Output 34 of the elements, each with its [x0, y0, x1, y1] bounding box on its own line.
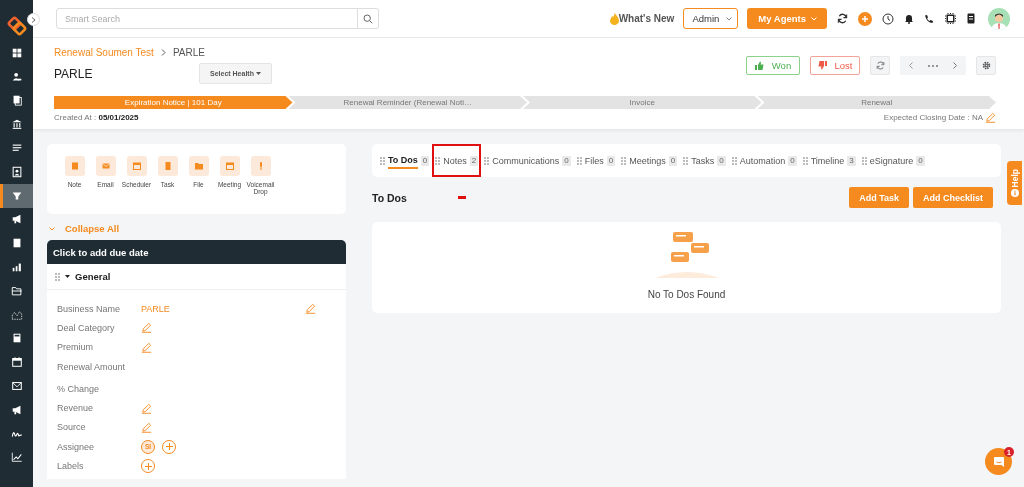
role-dropdown[interactable]: Admin [683, 8, 739, 29]
tab[interactable]: Meetings 0 [618, 144, 681, 177]
field-label: Assignee [57, 441, 96, 452]
expected-closing-date: Expected Closing Date : NA [883, 113, 983, 122]
due-date-bar[interactable]: Click to add due date [47, 240, 346, 264]
field-label: Renewal Amount [57, 361, 127, 372]
whats-new-link[interactable]: What's New [618, 13, 675, 24]
section-header[interactable]: General [47, 264, 346, 290]
tab[interactable]: Communications 0 [481, 144, 574, 177]
tab[interactable]: eSignature 0 [858, 144, 928, 177]
field-label: Business Name [57, 303, 122, 314]
pipeline-stage[interactable]: Renewal [757, 96, 996, 109]
pipeline-stage[interactable]: Renewal Reminder (Renewal Noti… [288, 96, 527, 109]
tab[interactable]: Tasks 0 [680, 144, 729, 177]
created-date: Created At : 05/01/2025 [54, 113, 139, 122]
tab[interactable]: Files 0 [573, 144, 619, 177]
lost-button[interactable]: Lost [810, 56, 860, 75]
section-title: To Dos [372, 191, 408, 204]
deal-title: PARLE [54, 66, 94, 81]
tab[interactable]: Timeline 3 [799, 144, 859, 177]
field-label: Premium [57, 342, 94, 353]
field-value: PARLE [141, 303, 171, 314]
field-label: Source [57, 422, 87, 433]
breadcrumb-current: PARLE [172, 47, 205, 58]
tab[interactable]: To Dos 0 [377, 144, 433, 177]
field-label: Labels [57, 461, 85, 471]
field-label: Deal Category [57, 322, 116, 333]
field-label: Revenue [57, 403, 95, 414]
tab[interactable]: Automation 0 [728, 144, 800, 177]
empty-state-message: No To Dos Found [647, 289, 726, 300]
pipeline-stage[interactable]: Invoice [523, 96, 762, 109]
tab[interactable]: Notes 2 [432, 144, 482, 177]
search-field[interactable]: Smart Search [56, 8, 358, 29]
field-label: % Change [57, 383, 101, 394]
